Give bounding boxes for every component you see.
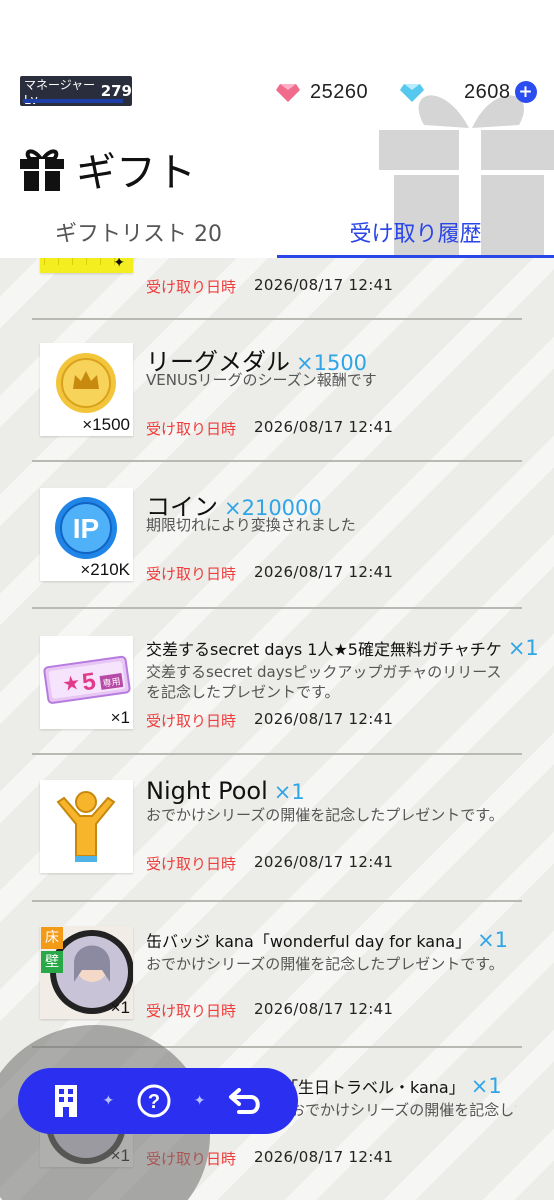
item-name: Night Pool (146, 777, 268, 805)
item-thumbnail: ×1500 (40, 343, 133, 436)
item-thumbnail: IP ×210K (40, 488, 133, 581)
bottom-nav: ✦ ? ✦ (18, 1068, 298, 1134)
paid-gem-value: 25260 (310, 80, 369, 103)
person-figure-icon (56, 791, 116, 862)
list-item: ★ 5 専用 ×1 交差するsecret days 1人★5確定無料ガチャチケ ×… (0, 610, 554, 756)
received-label: 受け取り日時 (146, 855, 237, 873)
back-arrow-icon[interactable] (227, 1084, 265, 1118)
list-item: 床 壁 ×1 缶バッジ kana「wonderful day for kana」… (0, 900, 554, 1048)
item-thumbnail: ✦ (40, 258, 133, 273)
received-date: 2026/08/17 12:41 (254, 563, 394, 581)
received-date: 2026/08/17 12:41 (254, 710, 394, 728)
item-title: 交差するsecret days 1人★5確定無料ガチャチケ ×1 (146, 636, 539, 660)
floor-tag: 床 (41, 927, 63, 949)
item-thumbnail: 床 壁 ×1 (40, 926, 133, 1019)
active-tab-indicator (277, 255, 554, 258)
paid-gem-counter: 25260 (276, 78, 368, 106)
item-description: 交差するsecret daysピックアップガチャのリリースを記念したプレゼントで… (146, 663, 502, 701)
item-quantity: ×1 (110, 998, 130, 1017)
building-icon[interactable] (51, 1083, 81, 1119)
item-description: 期限切れにより変換されました (146, 516, 356, 534)
sparkle-icon: ✦ (102, 1093, 115, 1109)
list-item: ×1500 リーグメダル ×1500 VENUSリーグのシーズン報酬です 受け取り… (0, 320, 554, 466)
svg-text:★: ★ (61, 670, 82, 696)
level-progress-bar (23, 99, 123, 103)
free-gem-value: 2608 (464, 80, 511, 103)
item-name: 交差するsecret days 1人★5確定無料ガチャチケ (146, 640, 502, 659)
add-gem-button[interactable]: + (514, 81, 537, 103)
received-row: 受け取り日時 2026/08/17 12:41 (146, 1000, 393, 1021)
item-multiplier: ×1 (273, 780, 305, 804)
wall-tag: 壁 (41, 951, 63, 973)
page-title-row: ギフト (18, 140, 196, 198)
item-description: おでかけシリーズの開催を記念したプレゼントで (290, 1101, 516, 1119)
received-label: 受け取り日時 (146, 1002, 237, 1020)
list-item: ✦ 受け取り日時 2026/08/17 12:41 (0, 258, 554, 320)
svg-text:IP: IP (73, 513, 99, 544)
diamond-icon (400, 84, 424, 102)
received-row: 受け取り日時 2026/08/17 12:41 (146, 563, 393, 584)
received-date: 2026/08/17 12:41 (254, 853, 394, 871)
item-description: おでかけシリーズの開催を記念したプレゼントです。 (146, 955, 504, 973)
item-thumbnail: ★ 5 専用 ×1 (40, 636, 133, 729)
header: マネージャーLv 279 25260 2608 + ギフト ギフトリスト 20 … (0, 0, 554, 258)
received-date: 2026/08/17 12:41 (254, 1000, 394, 1018)
help-icon[interactable]: ? (136, 1083, 172, 1119)
tab-gift-list[interactable]: ギフトリスト 20 (0, 206, 277, 258)
received-label: 受け取り日時 (146, 420, 237, 438)
item-description: VENUSリーグのシーズン報酬です (146, 371, 377, 389)
free-gem-counter: 2608 + (400, 78, 537, 106)
divider (32, 460, 522, 462)
item-quantity: ×1500 (82, 415, 130, 434)
received-row: 受け取り日時 2026/08/17 12:41 (146, 418, 393, 439)
diamond-icon (276, 84, 300, 102)
item-multiplier: ×1 (507, 636, 539, 660)
page-title: ギフト (76, 150, 196, 196)
received-label: 受け取り日時 (146, 278, 237, 296)
received-label: 受け取り日時 (146, 712, 237, 730)
received-row: 受け取り日時 2026/08/17 12:41 (146, 710, 393, 731)
item-name: 缶バッジ kana「wonderful day for kana」 (146, 932, 472, 951)
item-title: Night Pool ×1 (146, 777, 305, 805)
item-quantity: ×210K (80, 560, 130, 579)
level-value: 279 (100, 82, 132, 100)
item-thumbnail (40, 780, 133, 873)
svg-text:?: ? (148, 1091, 160, 1113)
received-label: 受け取り日時 (146, 565, 237, 583)
received-row: 受け取り日時 2026/08/17 12:41 (146, 276, 393, 297)
item-multiplier: ×1 (477, 928, 509, 952)
item-multiplier: ×1 (470, 1074, 502, 1098)
list-item: Night Pool ×1 おでかけシリーズの開催を記念したプレゼントです。 受け… (0, 755, 554, 902)
item-description: おでかけシリーズの開催を記念したプレゼントです。 (146, 806, 504, 824)
gift-icon (20, 149, 64, 191)
received-date: 2026/08/17 12:41 (254, 418, 394, 436)
item-title: 「生日トラベル・kana」 ×1 (282, 1074, 502, 1098)
tab-bar: ギフトリスト 20 受け取り履歴 (0, 206, 554, 258)
received-date: 2026/08/17 12:41 (254, 276, 394, 294)
item-name: 「生日トラベル・kana」 (282, 1078, 465, 1097)
item-quantity: ×1 (110, 708, 130, 727)
sparkle-icon: ✦ (193, 1093, 206, 1109)
tab-receive-history[interactable]: 受け取り履歴 (277, 206, 554, 258)
received-date: 2026/08/17 12:41 (254, 1148, 394, 1166)
list-item: IP ×210K コイン ×210000 期限切れにより変換されました 受け取り日… (0, 465, 554, 611)
divider (32, 607, 522, 609)
manager-level-badge[interactable]: マネージャーLv 279 (20, 76, 132, 107)
item-title: 缶バッジ kana「wonderful day for kana」 ×1 (146, 928, 508, 952)
received-row: 受け取り日時 2026/08/17 12:41 (146, 853, 393, 874)
